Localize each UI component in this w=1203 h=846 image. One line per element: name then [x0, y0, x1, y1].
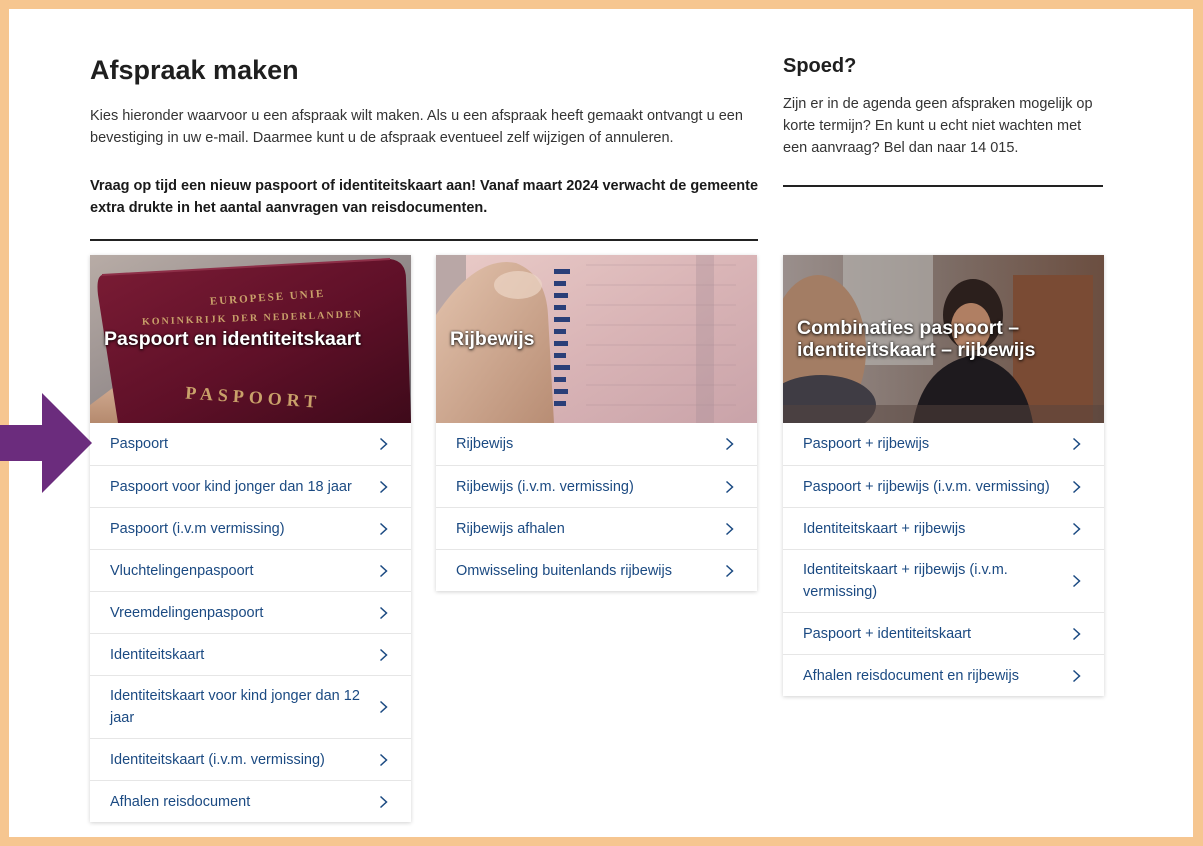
list-item-paspoort-kind[interactable]: Paspoort voor kind jonger dan 18 jaar: [90, 465, 411, 507]
list-item-afhalen-reisdocument-rijbewijs[interactable]: Afhalen reisdocument en rijbewijs: [783, 654, 1104, 696]
card-list: Paspoort Paspoort voor kind jonger dan 1…: [90, 423, 411, 822]
card-combinaties: Combinaties paspoort – identiteitskaart …: [783, 255, 1104, 696]
list-item-label: Paspoort + identiteitskaart: [803, 625, 972, 642]
card-title: Rijbewijs: [450, 328, 535, 350]
list-item-identiteitskaart[interactable]: Identiteitskaart: [90, 633, 411, 675]
list-item-omwisseling[interactable]: Omwisseling buitenlands rijbewijs: [436, 549, 757, 591]
list-item-label: Paspoort + rijbewijs (i.v.m. vermissing): [803, 478, 1050, 495]
card-list: Paspoort + rijbewijs Paspoort + rijbewij…: [783, 423, 1104, 696]
chevron-right-icon: [375, 699, 391, 715]
page-title: Afspraak maken: [90, 55, 299, 85]
side-text: Zijn er in de agenda geen afspraken moge…: [783, 96, 1093, 156]
card-rijbewijs: Rijbewijs Rijbewijs Rijbewijs (i.v.m. ve…: [436, 255, 757, 591]
intro-text: Kies hieronder waarvoor u een afspraak w…: [90, 108, 743, 146]
chevron-right-icon: [721, 563, 737, 579]
list-item-paspoort[interactable]: Paspoort: [90, 423, 411, 465]
side-title: Spoed?: [783, 55, 857, 77]
chevron-right-icon: [375, 521, 391, 537]
chevron-right-icon: [721, 436, 737, 452]
chevron-right-icon: [375, 794, 391, 810]
chevron-right-icon: [1068, 479, 1084, 495]
chevron-right-icon: [1068, 521, 1084, 537]
list-item-label: Identiteitskaart + rijbewijs (i.v.m. ver…: [803, 562, 1008, 600]
chevron-right-icon: [1068, 436, 1084, 452]
list-item-label: Vluchtelingenpaspoort: [110, 562, 254, 579]
list-item-afhalen-reisdocument[interactable]: Afhalen reisdocument: [90, 780, 411, 822]
list-item-paspoort-rijbewijs-vermissing[interactable]: Paspoort + rijbewijs (i.v.m. vermissing): [783, 465, 1104, 507]
list-item-label: Afhalen reisdocument en rijbewijs: [803, 667, 1019, 684]
list-item-label: Rijbewijs: [456, 436, 514, 452]
chevron-right-icon: [375, 605, 391, 621]
list-item-identiteitskaart-vermissing[interactable]: Identiteitskaart (i.v.m. vermissing): [90, 738, 411, 780]
list-item-paspoort-vermissing[interactable]: Paspoort (i.v.m vermissing): [90, 507, 411, 549]
list-item-rijbewijs[interactable]: Rijbewijs: [436, 423, 757, 465]
list-item-rijbewijs-afhalen[interactable]: Rijbewijs afhalen: [436, 507, 757, 549]
card-title: Combinaties paspoort – identiteitskaart …: [797, 317, 1036, 361]
list-item-label: Omwisseling buitenlands rijbewijs: [456, 562, 672, 579]
list-item-label: Paspoort: [110, 436, 169, 452]
chevron-right-icon: [375, 436, 391, 452]
chevron-right-icon: [1068, 668, 1084, 684]
chevron-right-icon: [1068, 626, 1084, 642]
chevron-right-icon: [375, 647, 391, 663]
list-item-vreemdelingenpaspoort[interactable]: Vreemdelingenpaspoort: [90, 591, 411, 633]
main-divider: [90, 239, 758, 241]
chevron-right-icon: [721, 521, 737, 537]
side-divider: [783, 185, 1103, 187]
list-item-vluchtelingenpaspoort[interactable]: Vluchtelingenpaspoort: [90, 549, 411, 591]
list-item-label: Paspoort + rijbewijs: [803, 436, 930, 452]
list-item-label: Identiteitskaart voor kind jonger dan 12…: [110, 688, 360, 726]
chevron-right-icon: [375, 479, 391, 495]
list-item-label: Identiteitskaart: [110, 646, 205, 663]
passport-image: EUROPESE UNIE KONINKRIJK DER NEDERLANDEN…: [90, 255, 411, 423]
card-title: Paspoort en identiteitskaart: [104, 328, 361, 350]
chevron-right-icon: [1068, 573, 1084, 589]
list-item-label: Identiteitskaart + rijbewijs: [803, 520, 966, 537]
service-desk-image: Combinaties paspoort – identiteitskaart …: [783, 255, 1104, 423]
list-item-label: Rijbewijs (i.v.m. vermissing): [456, 478, 634, 495]
list-item-label: Rijbewijs afhalen: [456, 520, 565, 537]
list-item-label: Paspoort voor kind jonger dan 18 jaar: [110, 478, 352, 495]
list-item-identiteitskaart-rijbewijs[interactable]: Identiteitskaart + rijbewijs: [783, 507, 1104, 549]
chevron-right-icon: [721, 479, 737, 495]
list-item-rijbewijs-vermissing[interactable]: Rijbewijs (i.v.m. vermissing): [436, 465, 757, 507]
list-item-identiteitskaart-rijbewijs-vermissing[interactable]: Identiteitskaart + rijbewijs (i.v.m. ver…: [783, 549, 1104, 612]
list-item-identiteitskaart-kind[interactable]: Identiteitskaart voor kind jonger dan 12…: [90, 675, 411, 738]
driving-licence-image: Rijbewijs: [436, 255, 757, 423]
list-item-label: Vreemdelingenpaspoort: [110, 604, 264, 621]
page-frame: Afspraak maken Kies hieronder waarvoor u…: [9, 9, 1193, 837]
list-item-paspoort-identiteitskaart[interactable]: Paspoort + identiteitskaart: [783, 612, 1104, 654]
chevron-right-icon: [375, 563, 391, 579]
card-paspoort: EUROPESE UNIE KONINKRIJK DER NEDERLANDEN…: [90, 255, 411, 822]
chevron-right-icon: [375, 752, 391, 768]
list-item-label: Identiteitskaart (i.v.m. vermissing): [110, 751, 325, 768]
list-item-paspoort-rijbewijs[interactable]: Paspoort + rijbewijs: [783, 423, 1104, 465]
card-list: Rijbewijs Rijbewijs (i.v.m. vermissing) …: [436, 423, 757, 591]
list-item-label: Paspoort (i.v.m vermissing): [110, 520, 285, 537]
list-item-label: Afhalen reisdocument: [110, 793, 251, 810]
notice-text: Vraag op tijd een nieuw paspoort of iden…: [90, 178, 759, 216]
arrow-right-icon: [0, 393, 92, 493]
